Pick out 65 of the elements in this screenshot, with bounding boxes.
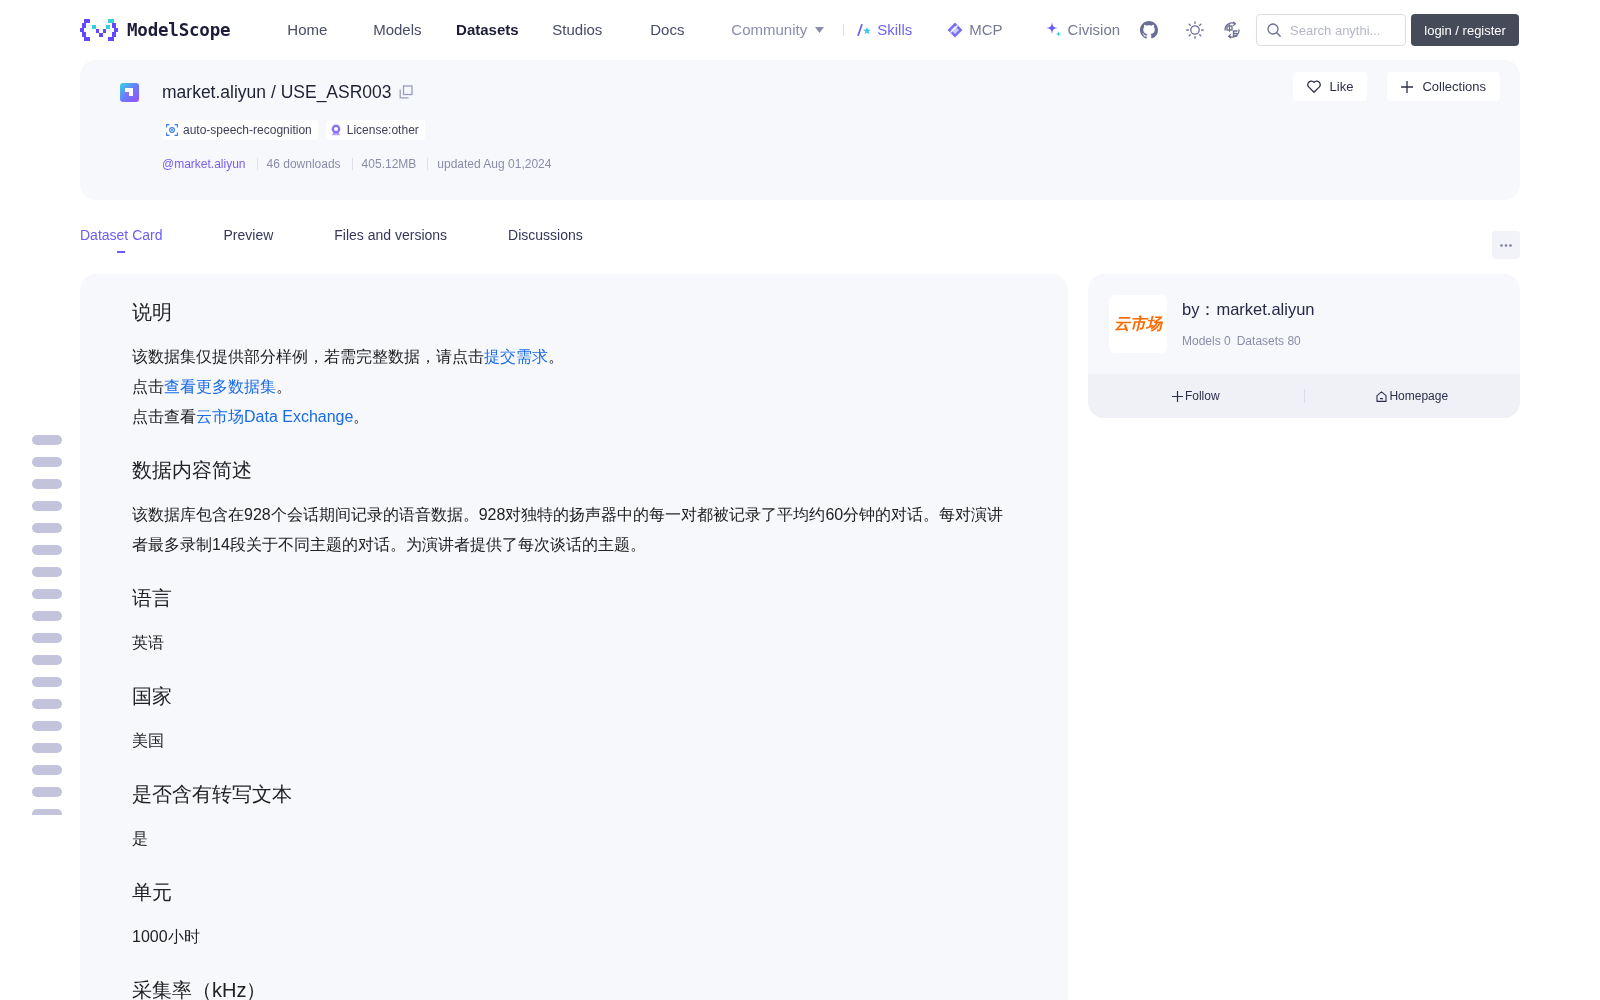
owner-avatar-logo: 云市场 [1109,295,1167,353]
section-heading: 采集率（kHz） [132,980,268,1000]
paragraph: 是 [132,829,149,849]
paragraph: 美国 [132,731,165,751]
paragraph: 点击查看更多数据集。 [132,377,293,397]
link[interactable]: 查看更多数据集 [164,378,276,395]
paragraph: 点击查看云市场Data Exchange。 [132,407,371,427]
language-icon[interactable] [1223,21,1242,39]
homepage-button[interactable]: Homepage [1304,374,1520,418]
nav-link[interactable]: Studios [532,20,623,40]
task-tag[interactable]: auto-speech-recognition [162,120,318,140]
nav-link[interactable]: MCP [947,20,1003,40]
stat-text: Datasets 80 [1236,334,1301,348]
meta-text: 405.12MB [361,157,417,171]
section-heading: 是否含有转写文本 [132,784,293,804]
more-icon [1500,243,1512,247]
slash-star-icon [857,24,872,36]
section-heading: 数据内容简述 [132,460,253,480]
owner-name[interactable]: by：market.aliyun [1182,298,1315,320]
caret-icon [815,27,825,33]
heart-icon [1306,80,1321,93]
github-icon[interactable] [1140,21,1159,39]
tab[interactable]: Discussions [508,224,583,254]
paragraph: 该数据库包含在928个会话期间记录的语音数据。928对独特的扬声器中的每一对都被记录了平均约60分钟的对话。每对演讲者最多录制14段关于不同主题的对话。为演讲者提供了每次谈话的主题。 [132,505,1005,555]
plus-icon [1171,390,1183,402]
house-icon [1376,390,1388,402]
tab[interactable]: Dataset Card [80,224,163,254]
tab[interactable]: Files and versions [334,224,448,254]
nav-link[interactable]: Models [352,20,443,40]
like-button[interactable]: Like [1292,72,1368,101]
follow-button[interactable]: Follow [1088,374,1304,418]
tab[interactable]: Preview [223,224,274,254]
nav-link[interactable]: Datasets [442,20,533,40]
paragraph: 英语 [132,633,165,653]
link[interactable]: 云市场Data Exchange [196,408,354,425]
section-heading: 说明 [132,302,173,322]
search-icon [1267,23,1282,37]
nav-link[interactable]: Skills [857,20,913,40]
meta-text: updated Aug 01,2024 [437,157,552,171]
search-field[interactable]: Search anythi... [1256,14,1407,46]
nav-link[interactable]: Civision [1044,20,1121,40]
paragraph: 1000小时 [132,927,201,947]
nav-link[interactable]: Docs [622,20,713,40]
owner-link[interactable]: @market.aliyun [162,157,246,171]
copy-icon[interactable] [398,85,413,99]
paragraph: 该数据集仅提供部分样例，若需完整数据，请点击提交需求。 [132,347,565,367]
diamond-icon [947,22,964,38]
section-heading: 语言 [132,588,173,608]
link[interactable]: 提交需求 [484,348,548,365]
logo-icon[interactable] [80,19,118,41]
meta-text: 46 downloads [266,157,341,171]
dataset-logo-icon [120,83,139,102]
collections-button[interactable]: Collections [1387,72,1500,101]
logo-wordmark[interactable]: ModelScope [127,20,231,40]
section-heading: 国家 [132,686,173,706]
award-icon [329,124,342,136]
plus-icon [1401,80,1414,93]
dataset-title: market.aliyun / USE_ASR003 [162,81,392,104]
license-tag[interactable]: License:other [325,120,425,140]
sun-icon[interactable] [1186,21,1205,39]
section-heading: 单元 [132,882,173,902]
nav-link[interactable]: Home [262,20,353,40]
stat-text: Models 0 [1182,334,1231,348]
login-button[interactable]: login / register [1411,14,1520,46]
scan-frame-icon [166,124,178,136]
